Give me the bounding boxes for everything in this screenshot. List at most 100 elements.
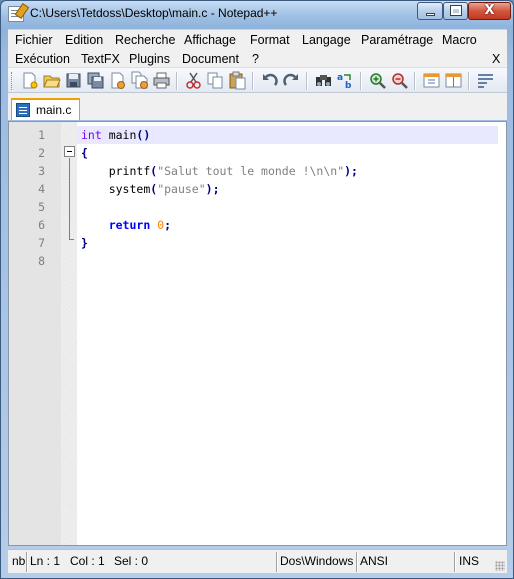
menu-macro[interactable]: Macro bbox=[442, 33, 477, 47]
toolbar-separator bbox=[252, 72, 253, 90]
status-separator bbox=[454, 552, 455, 572]
tab-main-c[interactable]: main.c bbox=[11, 98, 80, 120]
minimize-button[interactable] bbox=[417, 2, 443, 20]
tab-label: main.c bbox=[36, 103, 72, 117]
line-number: 8 bbox=[38, 254, 45, 268]
code-token: () bbox=[136, 128, 151, 142]
status-insert-mode: INS bbox=[459, 554, 480, 568]
code-line[interactable]: system("pause"); bbox=[81, 180, 220, 198]
minimize-icon bbox=[426, 13, 435, 16]
line-number: 2 bbox=[38, 146, 45, 160]
code-token: } bbox=[81, 236, 88, 250]
maximize-icon bbox=[450, 5, 462, 16]
menu-textfx[interactable]: TextFX bbox=[81, 52, 120, 66]
toolbar-grip[interactable] bbox=[11, 72, 14, 90]
toolbar: ab bbox=[8, 67, 507, 93]
cut-icon[interactable] bbox=[184, 71, 203, 90]
code-token: { bbox=[81, 146, 88, 160]
save-all-icon[interactable] bbox=[86, 71, 105, 90]
maximize-button[interactable] bbox=[443, 2, 468, 20]
resize-grip[interactable] bbox=[495, 561, 505, 571]
close-button[interactable]: X bbox=[468, 2, 511, 20]
line-number: 5 bbox=[38, 200, 45, 214]
status-encoding: ANSI bbox=[360, 554, 389, 568]
sync-vertical-icon[interactable] bbox=[422, 71, 441, 90]
menu-fichier[interactable]: Fichier bbox=[15, 33, 53, 47]
line-number: 4 bbox=[38, 182, 45, 196]
toolbar-separator bbox=[176, 72, 177, 90]
line-number: 7 bbox=[38, 236, 45, 250]
notepad-app-icon[interactable] bbox=[8, 6, 24, 22]
status-selection: Sel : 0 bbox=[114, 554, 149, 568]
find-icon[interactable] bbox=[314, 71, 333, 90]
tab-bar: main.c bbox=[8, 93, 507, 120]
menu-langage[interactable]: Langage bbox=[302, 33, 351, 47]
code-token: ; bbox=[164, 218, 172, 232]
menu-help[interactable]: ? bbox=[252, 52, 259, 66]
line-number: 1 bbox=[38, 128, 45, 142]
menu-edition[interactable]: Edition bbox=[65, 33, 103, 47]
save-icon[interactable] bbox=[64, 71, 83, 90]
status-separator bbox=[356, 552, 357, 572]
window-title: C:\Users\Tetdoss\Desktop\main.c - Notepa… bbox=[30, 6, 278, 20]
close-icon: X bbox=[484, 3, 495, 18]
close-document-button[interactable]: X bbox=[492, 52, 500, 66]
print-icon[interactable] bbox=[152, 71, 171, 90]
paste-icon[interactable] bbox=[228, 71, 247, 90]
code-token: printf bbox=[108, 164, 151, 178]
zoom-out-icon[interactable] bbox=[390, 71, 409, 90]
vertical-scrollbar[interactable] bbox=[498, 122, 506, 545]
code-token: "Salut tout le monde !\n\n" bbox=[157, 164, 345, 178]
code-editor[interactable]: 1 2 3 4 5 6 7 8 int main() { printf("Salu… bbox=[8, 121, 507, 546]
fold-guide-line bbox=[69, 158, 70, 240]
code-line[interactable]: printf("Salut tout le monde !\n\n"); bbox=[81, 162, 358, 180]
fold-collapse-icon[interactable] bbox=[64, 146, 75, 157]
menu-parametrage[interactable]: Paramétrage bbox=[361, 33, 433, 47]
code-token: main bbox=[101, 128, 137, 142]
notepadpp-window: C:\Users\Tetdoss\Desktop\main.c - Notepa… bbox=[0, 0, 514, 579]
menu-recherche[interactable]: Recherche bbox=[115, 33, 175, 47]
toolbar-separator bbox=[468, 72, 469, 90]
code-line[interactable]: int main() bbox=[81, 126, 150, 144]
code-token: int bbox=[81, 128, 102, 142]
menu-format[interactable]: Format bbox=[250, 33, 290, 47]
code-line[interactable]: } bbox=[81, 234, 88, 252]
line-number: 6 bbox=[38, 218, 45, 232]
code-line[interactable]: return 0; bbox=[81, 216, 171, 234]
sync-horizontal-icon[interactable] bbox=[444, 71, 463, 90]
replace-icon[interactable]: ab bbox=[336, 71, 355, 90]
status-line: Ln : 1 bbox=[30, 554, 61, 568]
redo-icon[interactable] bbox=[282, 71, 301, 90]
menu-affichage[interactable]: Affichage bbox=[184, 33, 236, 47]
code-token: ); bbox=[344, 164, 358, 178]
code-token: system bbox=[108, 182, 151, 196]
line-number: 3 bbox=[38, 164, 45, 178]
code-token: return bbox=[108, 218, 151, 232]
status-bar: nb Ln : 1 Col : 1 Sel : 0 Dos\Windows AN… bbox=[8, 549, 507, 573]
status-length: nb bbox=[12, 554, 26, 568]
zoom-in-icon[interactable] bbox=[368, 71, 387, 90]
status-eol-format: Dos\Windows bbox=[280, 554, 354, 568]
close-file-icon[interactable] bbox=[108, 71, 127, 90]
status-column: Col : 1 bbox=[70, 554, 105, 568]
status-separator bbox=[276, 552, 277, 572]
menu-bar: Fichier Edition Recherche Affichage Form… bbox=[8, 29, 507, 67]
title-bar[interactable]: C:\Users\Tetdoss\Desktop\main.c - Notepa… bbox=[1, 1, 513, 27]
close-all-icon[interactable] bbox=[130, 71, 149, 90]
menu-execution[interactable]: Exécution bbox=[15, 52, 70, 66]
fold-end-marker bbox=[69, 239, 74, 240]
copy-icon[interactable] bbox=[206, 71, 225, 90]
code-line[interactable]: { bbox=[81, 144, 88, 162]
code-token: "pause" bbox=[157, 182, 206, 196]
toolbar-separator bbox=[360, 72, 361, 90]
line-number-gutter[interactable]: 1 2 3 4 5 6 7 8 bbox=[9, 122, 61, 545]
svg-text:b: b bbox=[345, 81, 352, 90]
word-wrap-icon[interactable] bbox=[476, 71, 495, 90]
svg-text:a: a bbox=[337, 73, 343, 83]
file-saved-icon bbox=[16, 103, 30, 117]
menu-plugins[interactable]: Plugins bbox=[129, 52, 170, 66]
menu-document[interactable]: Document bbox=[182, 52, 239, 66]
undo-icon[interactable] bbox=[260, 71, 279, 90]
new-file-icon[interactable] bbox=[20, 71, 39, 90]
open-file-icon[interactable] bbox=[42, 71, 61, 90]
